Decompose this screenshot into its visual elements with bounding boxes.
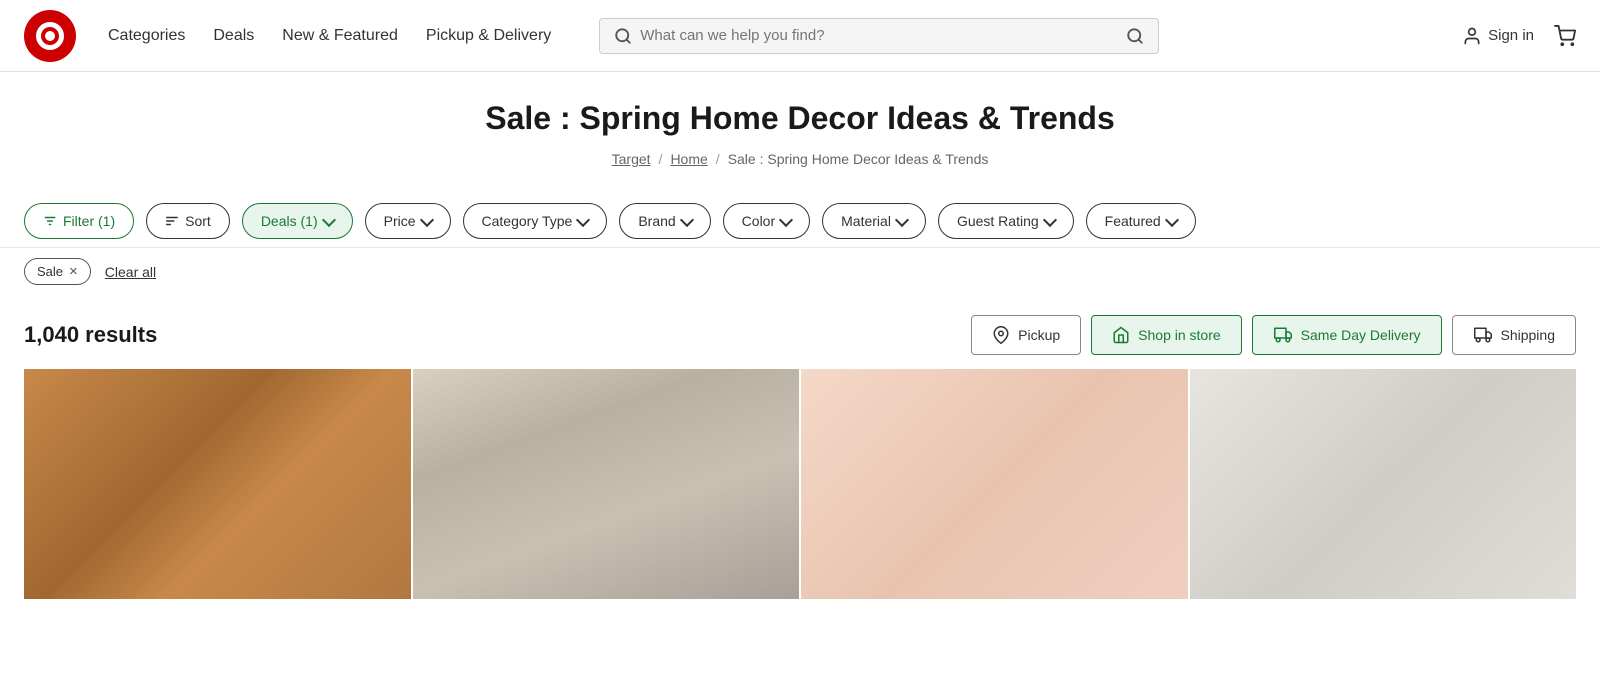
target-logo[interactable] <box>24 10 76 62</box>
sale-filter-tag[interactable]: Sale × <box>24 258 91 285</box>
material-filter-button[interactable]: Material <box>822 203 926 239</box>
material-chevron-icon <box>895 212 909 226</box>
price-chevron-icon <box>419 212 433 226</box>
search-bar[interactable] <box>599 18 1159 54</box>
sort-button[interactable]: Sort <box>146 203 230 239</box>
nav-new-featured[interactable]: New & Featured <box>282 27 398 45</box>
active-filters: Sale × Clear all <box>0 248 1600 299</box>
sign-in-label: Sign in <box>1488 27 1534 44</box>
breadcrumb-home[interactable]: Home <box>670 151 707 167</box>
page-title: Sale : Spring Home Decor Ideas & Trends <box>24 100 1576 137</box>
product-card[interactable] <box>1190 369 1577 599</box>
brand-filter-button[interactable]: Brand <box>619 203 710 239</box>
breadcrumb-current: Sale : Spring Home Decor Ideas & Trends <box>728 151 989 167</box>
color-chevron-icon <box>779 212 793 226</box>
filter-button[interactable]: Filter (1) <box>24 203 134 239</box>
product-card[interactable] <box>413 369 800 599</box>
delivery-icon <box>1273 326 1293 344</box>
breadcrumb: Target / Home / Sale : Spring Home Decor… <box>24 151 1576 167</box>
clear-all-link[interactable]: Clear all <box>105 264 156 280</box>
category-type-filter-button[interactable]: Category Type <box>463 203 608 239</box>
main-nav: Categories Deals New & Featured Pickup &… <box>0 0 1600 72</box>
store-label: Shop in store <box>1138 327 1221 343</box>
results-bar: 1,040 results Pickup Shop in store Same … <box>0 299 1600 369</box>
sale-tag-close-icon[interactable]: × <box>69 264 78 279</box>
color-filter-button[interactable]: Color <box>723 203 810 239</box>
breadcrumb-target[interactable]: Target <box>612 151 651 167</box>
search-submit-icon <box>1126 27 1144 45</box>
category-chevron-icon <box>576 212 590 226</box>
nav-right: Sign in <box>1462 25 1576 47</box>
filter-bar: Filter (1) Sort Deals (1) Price Category… <box>0 187 1600 248</box>
nav-categories[interactable]: Categories <box>108 27 185 45</box>
product-image-2 <box>413 369 800 599</box>
featured-chevron-icon <box>1165 212 1179 226</box>
same-day-delivery-button[interactable]: Same Day Delivery <box>1252 315 1442 355</box>
breadcrumb-sep-1: / <box>659 151 663 167</box>
page-header: Sale : Spring Home Decor Ideas & Trends … <box>0 72 1600 187</box>
delivery-label: Same Day Delivery <box>1301 327 1421 343</box>
search-icon <box>614 27 632 45</box>
material-filter-label: Material <box>841 213 891 229</box>
pickup-icon <box>992 326 1010 344</box>
product-card[interactable] <box>24 369 411 599</box>
sale-tag-label: Sale <box>37 264 63 279</box>
results-count: 1,040 results <box>24 322 157 348</box>
deals-filter-button[interactable]: Deals (1) <box>242 203 353 239</box>
product-image-4 <box>1190 369 1577 599</box>
sign-in-button[interactable]: Sign in <box>1462 26 1534 46</box>
deals-chevron-icon <box>322 212 336 226</box>
cart-icon <box>1554 25 1576 47</box>
sort-icon <box>165 214 179 228</box>
color-filter-label: Color <box>742 213 775 229</box>
sort-label: Sort <box>185 213 211 229</box>
product-image-3 <box>801 369 1188 599</box>
filter-icon <box>43 214 57 228</box>
shop-in-store-button[interactable]: Shop in store <box>1091 315 1242 355</box>
brand-chevron-icon <box>680 212 694 226</box>
price-filter-button[interactable]: Price <box>365 203 451 239</box>
featured-filter-button[interactable]: Featured <box>1086 203 1196 239</box>
filter-label: Filter (1) <box>63 213 115 229</box>
price-filter-label: Price <box>384 213 416 229</box>
brand-filter-label: Brand <box>638 213 675 229</box>
nav-pickup-delivery[interactable]: Pickup & Delivery <box>426 27 551 45</box>
store-icon <box>1112 326 1130 344</box>
product-image-1 <box>24 369 411 599</box>
featured-filter-label: Featured <box>1105 213 1161 229</box>
shipping-label: Shipping <box>1501 327 1556 343</box>
nav-links: Categories Deals New & Featured Pickup &… <box>108 27 551 45</box>
nav-deals[interactable]: Deals <box>213 27 254 45</box>
breadcrumb-sep-2: / <box>716 151 720 167</box>
cart-button[interactable] <box>1554 25 1576 47</box>
pickup-label: Pickup <box>1018 327 1060 343</box>
results-actions: Pickup Shop in store Same Day Delivery S… <box>971 315 1576 355</box>
shipping-button[interactable]: Shipping <box>1452 315 1577 355</box>
pickup-button[interactable]: Pickup <box>971 315 1081 355</box>
search-input[interactable] <box>640 27 1118 44</box>
guest-rating-filter-button[interactable]: Guest Rating <box>938 203 1074 239</box>
product-card[interactable] <box>801 369 1188 599</box>
product-grid <box>0 369 1600 599</box>
category-type-label: Category Type <box>482 213 573 229</box>
shipping-icon <box>1473 326 1493 344</box>
guest-rating-chevron-icon <box>1043 212 1057 226</box>
guest-rating-label: Guest Rating <box>957 213 1039 229</box>
person-icon <box>1462 26 1482 46</box>
deals-filter-label: Deals (1) <box>261 213 318 229</box>
